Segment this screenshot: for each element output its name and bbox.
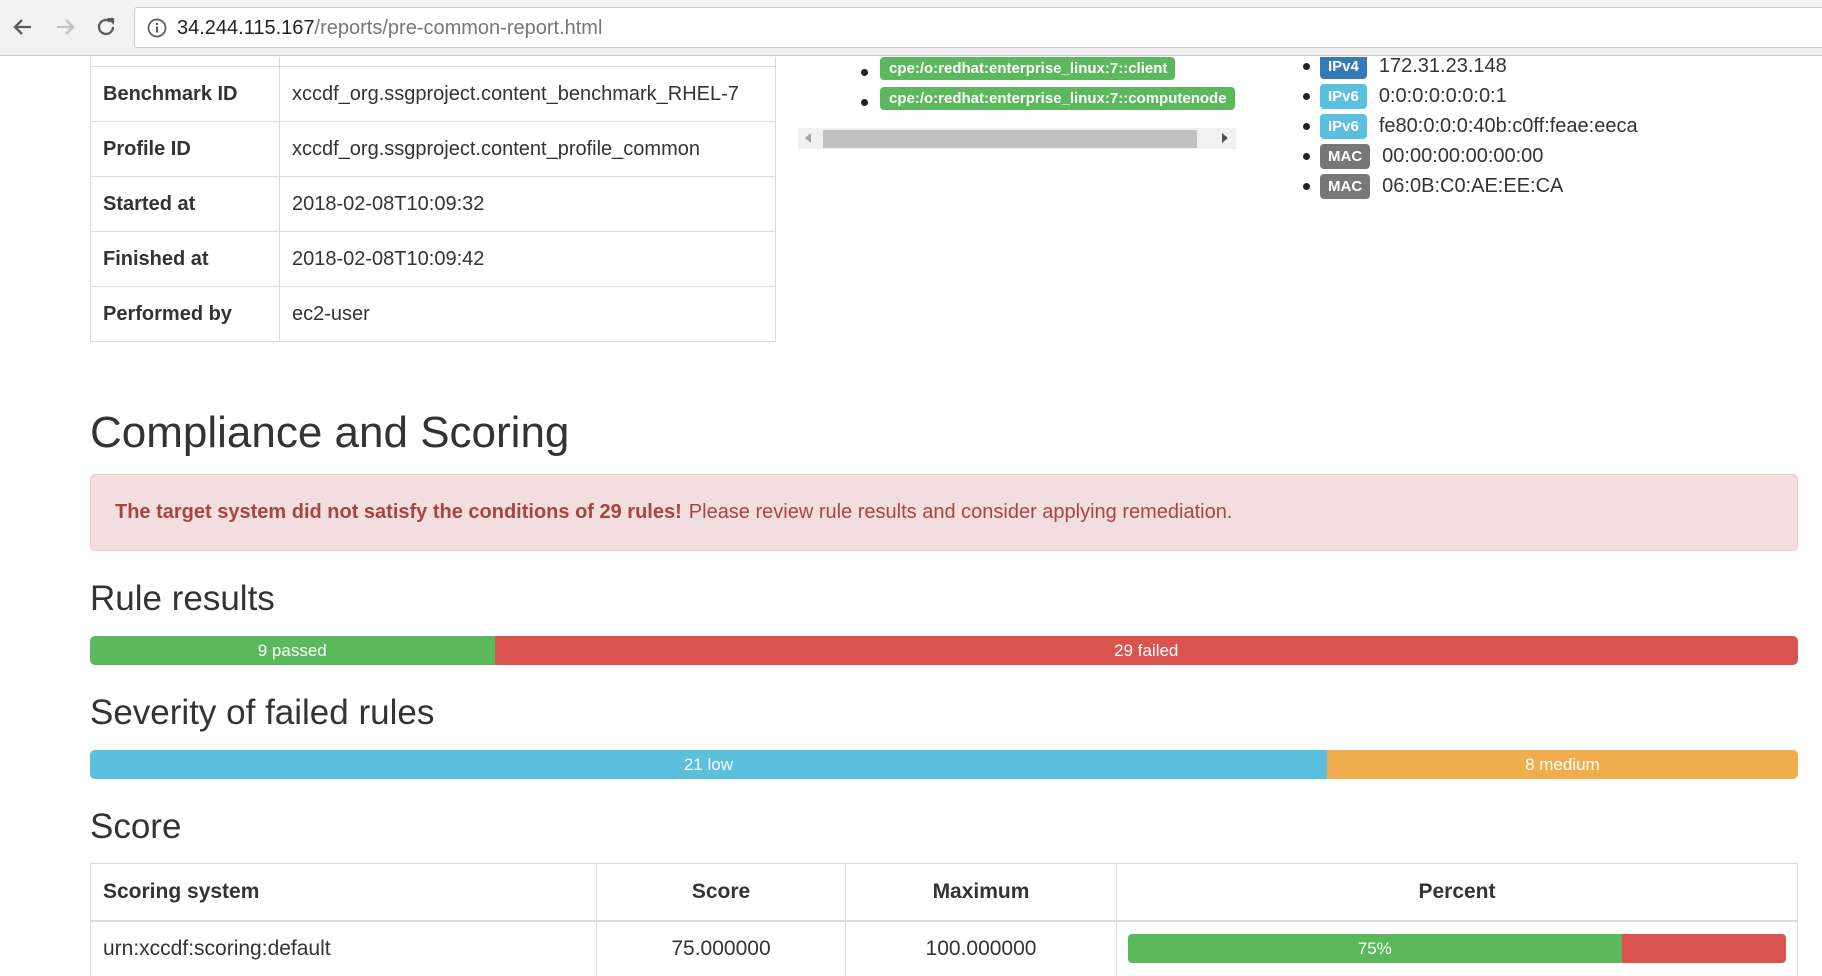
url-host: 34.244.115.167	[177, 17, 315, 39]
table-row: Benchmark ID xccdf_org.ssgproject.conten…	[90, 66, 776, 122]
report-page: Benchmark ID xccdf_org.ssgproject.conten…	[0, 57, 1822, 976]
list-item: cpe:/o:redhat:enterprise_linux:7::client	[852, 57, 1236, 87]
address-bar[interactable]: 34.244.115.167/reports/pre-common-report…	[134, 7, 1822, 48]
forward-button[interactable]	[50, 12, 80, 42]
address-value: 00:00:00:00:00:00	[1382, 144, 1544, 167]
table-row: Profile ID xccdf_org.ssgproject.content_…	[90, 121, 776, 177]
list-item: IPv6 0:0:0:0:0:0:0:1	[1294, 81, 1638, 111]
scoring-system-cell: urn:xccdf:scoring:default	[90, 920, 597, 976]
ipv6-badge: IPv6	[1320, 83, 1367, 109]
arrow-right-icon	[57, 19, 75, 35]
row-value: xccdf_org.ssgproject.content_profile_com…	[279, 121, 776, 177]
row-key: Performed by	[90, 286, 280, 342]
row-key: Finished at	[90, 231, 280, 287]
cpe-platform-list: cpe:/o:redhat:enterprise_linux:7::client…	[852, 57, 1236, 117]
alert-text: Please review rule results and consider …	[688, 501, 1233, 523]
rule-results-heading: Rule results	[90, 579, 275, 618]
cpe-badge: cpe:/o:redhat:enterprise_linux:7::client	[880, 57, 1176, 80]
row-value: 2018-02-08T10:09:42	[279, 231, 776, 287]
passed-segment: 9 passed	[90, 636, 495, 665]
list-item: IPv4 172.31.23.148	[1294, 57, 1638, 81]
url-path: /reports/pre-common-report.html	[314, 17, 603, 39]
table-row: Started at 2018-02-08T10:09:32	[90, 176, 776, 232]
mac-badge: MAC	[1320, 173, 1371, 199]
back-button[interactable]	[8, 12, 38, 42]
reload-icon	[97, 18, 115, 36]
severity-bar: 21 low 8 medium	[90, 750, 1798, 779]
list-item: IPv6 fe80:0:0:0:40b:c0ff:feae:eeca	[1294, 111, 1638, 141]
row-value: ec2-user	[279, 286, 776, 342]
percent-cell: 75%	[1116, 920, 1798, 976]
table-row: Finished at 2018-02-08T10:09:42	[90, 231, 776, 287]
browser-toolbar: 34.244.115.167/reports/pre-common-report…	[0, 0, 1822, 56]
score-heading: Score	[90, 807, 182, 846]
row-value: 2018-02-08T10:09:32	[279, 176, 776, 232]
column-header: Scoring system	[90, 863, 597, 922]
address-value: 0:0:0:0:0:0:0:1	[1378, 84, 1507, 107]
rule-results-bar: 9 passed 29 failed	[90, 636, 1798, 665]
characteristics-table: Benchmark ID xccdf_org.ssgproject.conten…	[90, 57, 776, 342]
compliance-heading: Compliance and Scoring	[90, 408, 570, 457]
address-value: 06:0B:C0:AE:EE:CA	[1382, 174, 1564, 197]
url-text[interactable]: 34.244.115.167/reports/pre-common-report…	[177, 17, 602, 39]
ipv6-badge: IPv6	[1320, 113, 1367, 139]
row-key: Started at	[90, 176, 280, 232]
table-row	[90, 57, 776, 67]
scrollbar-thumb[interactable]	[823, 130, 1197, 148]
failed-segment: 29 failed	[494, 636, 1798, 665]
arrow-left-icon	[13, 19, 31, 35]
score-table: Scoring system Score Maximum Percent urn…	[90, 863, 1798, 976]
list-item: MAC 00:00:00:00:00:00	[1294, 141, 1638, 171]
low-severity-segment: 21 low	[90, 750, 1327, 779]
percent-remainder	[1621, 934, 1786, 964]
table-row: Performed by ec2-user	[90, 286, 776, 342]
mac-badge: MAC	[1320, 143, 1371, 169]
cpe-badge: cpe:/o:redhat:enterprise_linux:7::comput…	[880, 87, 1235, 110]
percent-bar: 75%	[1128, 934, 1786, 964]
column-header: Score	[596, 863, 846, 922]
address-value: 172.31.23.148	[1378, 57, 1507, 77]
list-item: MAC 06:0B:C0:AE:EE:CA	[1294, 171, 1638, 201]
address-value: fe80:0:0:0:40b:c0ff:feae:eeca	[1378, 114, 1638, 137]
percent-fill: 75%	[1128, 934, 1622, 964]
table-row: urn:xccdf:scoring:default 75.000000 100.…	[90, 920, 1798, 976]
column-header: Maximum	[845, 863, 1117, 922]
horizontal-scrollbar[interactable]	[798, 128, 1236, 149]
row-value: xccdf_org.ssgproject.content_benchmark_R…	[279, 66, 776, 122]
compliance-alert: The target system did not satisfy the co…	[90, 474, 1798, 551]
row-key: Profile ID	[90, 121, 280, 177]
maximum-cell: 100.000000	[845, 920, 1117, 976]
reload-button[interactable]	[91, 12, 121, 42]
alert-strong-text: The target system did not satisfy the co…	[115, 501, 682, 523]
ipv4-badge: IPv4	[1320, 57, 1367, 79]
column-header: Percent	[1116, 863, 1798, 922]
list-item: cpe:/o:redhat:enterprise_linux:7::comput…	[852, 87, 1236, 117]
info-icon[interactable]	[147, 18, 167, 38]
medium-severity-segment: 8 medium	[1326, 750, 1798, 779]
address-list: IPv4 172.31.23.148 IPv6 0:0:0:0:0:0:0:1 …	[1294, 57, 1638, 201]
table-header-row: Scoring system Score Maximum Percent	[90, 863, 1798, 922]
row-key: Benchmark ID	[90, 66, 280, 122]
scroll-left-icon[interactable]	[805, 133, 811, 143]
severity-heading: Severity of failed rules	[90, 693, 435, 732]
scroll-right-icon[interactable]	[1222, 133, 1228, 143]
score-cell: 75.000000	[596, 920, 846, 976]
